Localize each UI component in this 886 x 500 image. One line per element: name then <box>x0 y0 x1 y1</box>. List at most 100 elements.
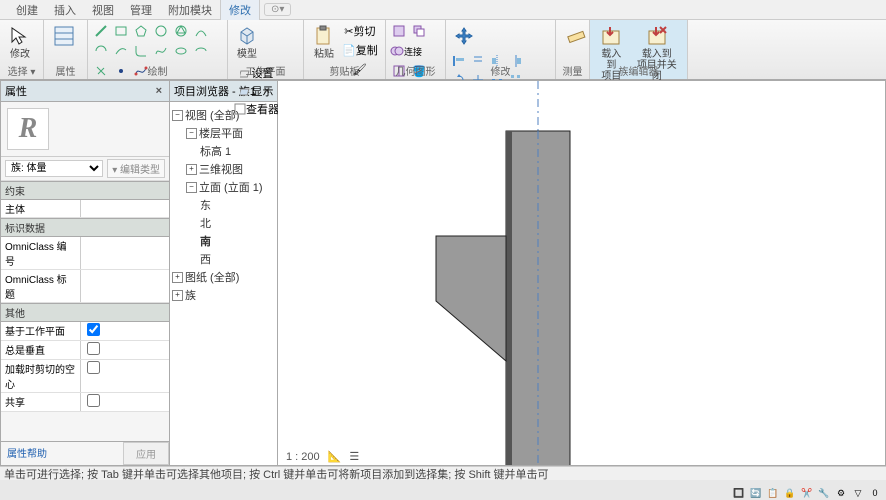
measure-button[interactable] <box>560 22 592 50</box>
prop-omni-num: OmniClass 编号 <box>1 237 169 270</box>
cut-void-checkbox[interactable] <box>87 361 100 374</box>
prop-host: 主体 <box>1 200 169 218</box>
line-icon[interactable] <box>92 22 110 40</box>
prop-wp-based: 基于工作平面 <box>1 322 169 341</box>
panel-clipboard: 粘贴 ✂ 剪切 📄 复制 🖌 剪贴板 <box>304 20 386 79</box>
prop-always-vert: 总是垂直 <box>1 341 169 360</box>
polygon-icon[interactable] <box>132 22 150 40</box>
property-grid: 约束 主体 标识数据 OmniClass 编号 OmniClass 标题 其他 … <box>1 181 169 441</box>
browser-tree: −视图 (全部) −楼层平面 标高 1 +三维视图 −立面 (立面 1) 东 北… <box>170 102 277 465</box>
circle-icon[interactable] <box>152 22 170 40</box>
properties-button[interactable] <box>48 22 80 50</box>
status-text: 单击可进行选择; 按 Tab 键并单击可选择其他项目; 按 Ctrl 键并单击可… <box>4 466 549 482</box>
tab-manage[interactable]: 管理 <box>122 0 160 20</box>
host-input[interactable] <box>85 201 165 212</box>
status-icon-1[interactable]: 🔲 <box>732 486 746 500</box>
drawing-canvas[interactable]: 1 : 200 📐 ☰ <box>278 80 886 466</box>
properties-header: 属性 × <box>1 81 169 102</box>
tab-addins[interactable]: 附加模块 <box>160 0 220 20</box>
arc-start-icon[interactable] <box>192 22 210 40</box>
move-icon <box>452 24 476 48</box>
status-icon-4[interactable]: 🔒 <box>783 486 797 500</box>
arc-fillet-icon[interactable] <box>132 42 150 60</box>
elevation-drawing <box>278 81 886 466</box>
family-select[interactable]: 族: 体量 <box>5 160 103 177</box>
toggle-icon[interactable]: − <box>186 128 197 139</box>
panel-measure: 测量 <box>556 20 590 79</box>
panel-measure-label: 测量 <box>556 63 589 78</box>
tab-view[interactable]: 视图 <box>84 0 122 20</box>
tree-floorplans[interactable]: −楼层平面 <box>172 124 275 142</box>
load-close-icon <box>645 24 669 48</box>
modify-button[interactable]: 修改 <box>4 22 36 62</box>
tree-elevations[interactable]: −立面 (立面 1) <box>172 178 275 196</box>
wp-based-checkbox[interactable] <box>87 323 100 336</box>
always-vert-checkbox[interactable] <box>87 342 100 355</box>
measure-icon <box>564 24 588 48</box>
viewer-button[interactable]: 查看器 <box>232 100 281 118</box>
tab-modify[interactable]: 修改 <box>220 0 260 20</box>
status-badge-count[interactable]: 0 <box>868 486 882 500</box>
ellipse-icon[interactable] <box>172 42 190 60</box>
panel-select-label[interactable]: 选择 ▾ <box>0 63 43 78</box>
tab-insert[interactable]: 插入 <box>46 0 84 20</box>
panel-workplane: 模型 设置 显示 查看器 工作平面 <box>228 20 304 79</box>
status-icon-8[interactable]: ▽ <box>851 486 865 500</box>
tree-north[interactable]: 北 <box>172 214 275 232</box>
arrow-icon <box>8 24 32 48</box>
arc-tangent-icon[interactable] <box>112 42 130 60</box>
detail-level-icon[interactable]: 📐 <box>328 450 342 463</box>
status-icon-5[interactable]: ✂️ <box>800 486 814 500</box>
tree-level1[interactable]: 标高 1 <box>172 142 275 160</box>
apply-button[interactable]: 应用 <box>123 442 169 465</box>
scale-selector[interactable]: 1 : 200 <box>286 451 320 463</box>
status-icon-2[interactable]: 🔄 <box>749 486 763 500</box>
properties-help-link[interactable]: 属性帮助 <box>1 442 123 465</box>
model-button[interactable]: 模型 <box>232 22 262 62</box>
toggle-icon[interactable]: − <box>172 110 183 121</box>
prop-omni-title: OmniClass 标题 <box>1 270 169 303</box>
tree-sheets[interactable]: +图纸 (全部) <box>172 268 275 286</box>
show-wp-button[interactable]: 显示 <box>232 82 281 100</box>
status-bar: 单击可进行选择; 按 Tab 键并单击可选择其他项目; 按 Ctrl 键并单击可… <box>0 466 886 480</box>
omni-title-input[interactable] <box>85 271 165 282</box>
tab-create[interactable]: 创建 <box>8 0 46 20</box>
help-dropdown[interactable]: ⊙▾ <box>264 3 291 16</box>
paste-button[interactable]: 粘贴 <box>308 22 340 62</box>
panel-geom-label: 几何图形 <box>386 63 445 78</box>
panel-fameditor-label: 族编辑器 <box>590 63 687 78</box>
status-icon-3[interactable]: 📋 <box>766 486 780 500</box>
panel-geometry: 连接 🪣 几何图形 <box>386 20 446 79</box>
status-icon-7[interactable]: ⚙ <box>834 486 848 500</box>
status-icon-6[interactable]: 🔧 <box>817 486 831 500</box>
toggle-icon[interactable]: + <box>186 164 197 175</box>
cut-button[interactable]: ✂ 剪切 <box>342 22 378 40</box>
copy-button[interactable]: 📄 复制 <box>342 41 378 59</box>
close-properties-icon[interactable]: × <box>153 85 165 97</box>
tree-east[interactable]: 东 <box>172 196 275 214</box>
cope-icon[interactable] <box>390 22 408 40</box>
toggle-icon[interactable]: + <box>172 272 183 283</box>
inscribed-icon[interactable] <box>172 22 190 40</box>
omni-num-input[interactable] <box>85 238 165 249</box>
type-preview-icon: R <box>7 108 49 150</box>
edit-type-button[interactable]: ▾ 编辑类型 <box>107 159 165 178</box>
load-icon <box>599 24 623 48</box>
tree-south[interactable]: 南 <box>172 232 275 250</box>
toggle-icon[interactable]: − <box>186 182 197 193</box>
join-button[interactable]: 连接 <box>390 42 422 60</box>
tree-3dviews[interactable]: +三维视图 <box>172 160 275 178</box>
shared-checkbox[interactable] <box>87 394 100 407</box>
tree-west[interactable]: 西 <box>172 250 275 268</box>
move-button[interactable] <box>450 22 478 50</box>
spline-icon[interactable] <box>152 42 170 60</box>
panel-wp-label: 工作平面 <box>228 63 303 78</box>
section-other: 其他 <box>1 303 169 322</box>
visual-style-icon[interactable]: ☰ <box>349 450 359 463</box>
tree-families[interactable]: +族 <box>172 286 275 304</box>
arc-center-icon[interactable] <box>92 42 110 60</box>
partial-ellipse-icon[interactable] <box>192 42 210 60</box>
cut-geom-icon[interactable] <box>410 22 428 40</box>
rect-icon[interactable] <box>112 22 130 40</box>
toggle-icon[interactable]: + <box>172 290 183 301</box>
